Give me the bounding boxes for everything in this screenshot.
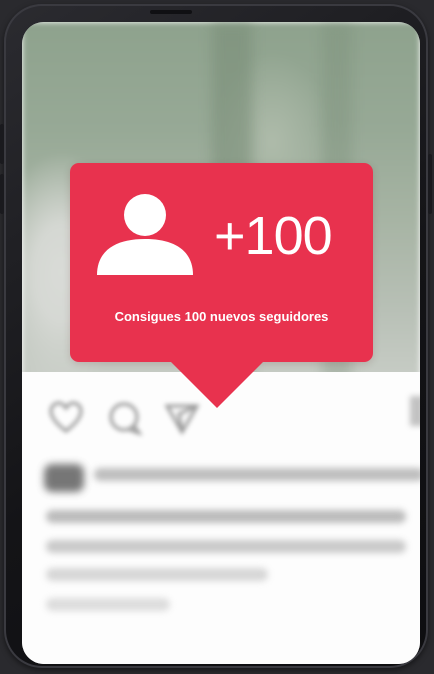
timestamp (46, 598, 170, 611)
person-icon (97, 194, 193, 275)
avatar (44, 464, 84, 492)
follower-count: +100 (214, 206, 333, 266)
volume-down-button (0, 174, 4, 214)
bookmark-icon[interactable] (410, 396, 420, 426)
comments-link (46, 568, 268, 581)
caption-line (46, 510, 406, 523)
power-button (428, 154, 432, 214)
caption-line (46, 540, 406, 553)
volume-up-button (0, 124, 4, 164)
likes-line (94, 468, 420, 481)
phone-frame: +100 Consigues 100 nuevos seguidores (0, 4, 432, 668)
phone-screen: +100 Consigues 100 nuevos seguidores (22, 22, 420, 664)
tooltip-pointer (170, 361, 264, 408)
post-body (22, 372, 420, 664)
heart-icon[interactable] (48, 400, 84, 436)
follower-notification: +100 Consigues 100 nuevos seguidores (70, 163, 373, 362)
comment-icon[interactable] (106, 400, 142, 436)
notification-message: Consigues 100 nuevos seguidores (114, 309, 329, 324)
speaker-grille (150, 10, 192, 14)
